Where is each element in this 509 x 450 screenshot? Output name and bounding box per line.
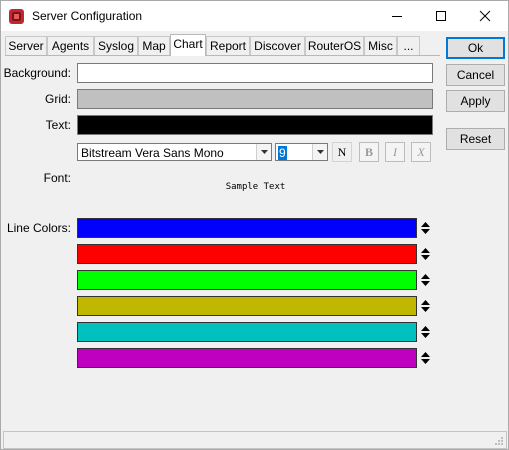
title-bar[interactable]: Server Configuration xyxy=(1,1,508,31)
tab-misc[interactable]: Misc xyxy=(364,36,397,55)
text-label: Text: xyxy=(45,118,71,132)
tab-divider xyxy=(5,55,440,56)
font-size-value: 9 xyxy=(278,146,287,160)
tab-strip: Server Agents Syslog Map Chart Report Di… xyxy=(5,34,440,56)
server-configuration-window: Server Configuration Server Agents Syslo… xyxy=(0,0,509,450)
cancel-button[interactable]: Cancel xyxy=(446,64,505,86)
strikeout-style-button[interactable]: X xyxy=(411,142,431,162)
window-title: Server Configuration xyxy=(32,9,143,23)
line-color-swatch-4[interactable] xyxy=(77,296,417,316)
reorder-arrows-icon[interactable] xyxy=(420,221,431,235)
font-sample-text: Sample Text xyxy=(225,182,286,192)
background-color-swatch[interactable] xyxy=(77,63,433,83)
tab-chart[interactable]: Chart xyxy=(170,34,206,56)
tab-map[interactable]: Map xyxy=(138,36,170,55)
ok-button[interactable]: Ok xyxy=(446,37,505,59)
apply-button[interactable]: Apply xyxy=(446,90,505,112)
line-color-swatch-5[interactable] xyxy=(77,322,417,342)
close-icon[interactable] xyxy=(463,1,507,31)
reorder-arrows-icon[interactable] xyxy=(420,351,431,365)
tab-agents[interactable]: Agents xyxy=(47,36,94,55)
line-color-swatch-2[interactable] xyxy=(77,244,417,264)
background-label: Background: xyxy=(3,66,71,80)
normal-style-button[interactable]: N xyxy=(332,142,352,162)
line-color-swatch-1[interactable] xyxy=(77,218,417,238)
maximize-icon[interactable] xyxy=(419,1,463,31)
grid-label: Grid: xyxy=(44,92,71,106)
grid-color-swatch[interactable] xyxy=(77,89,433,109)
font-name-value: Bitstream Vera Sans Mono xyxy=(81,146,224,160)
line-color-swatch-3[interactable] xyxy=(77,270,417,290)
tab-discover[interactable]: Discover xyxy=(250,36,305,55)
tab-report[interactable]: Report xyxy=(206,36,250,55)
minimize-icon[interactable] xyxy=(375,1,419,31)
tab-server[interactable]: Server xyxy=(5,36,47,55)
status-bar xyxy=(3,431,507,449)
chevron-down-icon[interactable] xyxy=(256,144,271,160)
line-color-swatch-6[interactable] xyxy=(77,348,417,368)
font-name-select[interactable]: Bitstream Vera Sans Mono xyxy=(77,143,272,161)
app-icon xyxy=(9,9,24,24)
reset-button[interactable]: Reset xyxy=(446,128,505,150)
tab-routeros[interactable]: RouterOS xyxy=(305,36,364,55)
bold-style-button[interactable]: B xyxy=(359,142,379,162)
resize-grip-icon[interactable] xyxy=(494,436,504,446)
italic-style-button[interactable]: I xyxy=(385,142,405,162)
tab-syslog[interactable]: Syslog xyxy=(94,36,138,55)
tab-more[interactable]: ... xyxy=(397,36,420,55)
reorder-arrows-icon[interactable] xyxy=(420,273,431,287)
font-size-select[interactable]: 9 xyxy=(275,143,328,161)
reorder-arrows-icon[interactable] xyxy=(420,247,431,261)
text-color-swatch[interactable] xyxy=(77,115,433,135)
reorder-arrows-icon[interactable] xyxy=(420,325,431,339)
line-colors-label: Line Colors: xyxy=(6,221,71,235)
reorder-arrows-icon[interactable] xyxy=(420,299,431,313)
chevron-down-icon[interactable] xyxy=(312,144,327,160)
font-label: Font: xyxy=(43,171,71,185)
